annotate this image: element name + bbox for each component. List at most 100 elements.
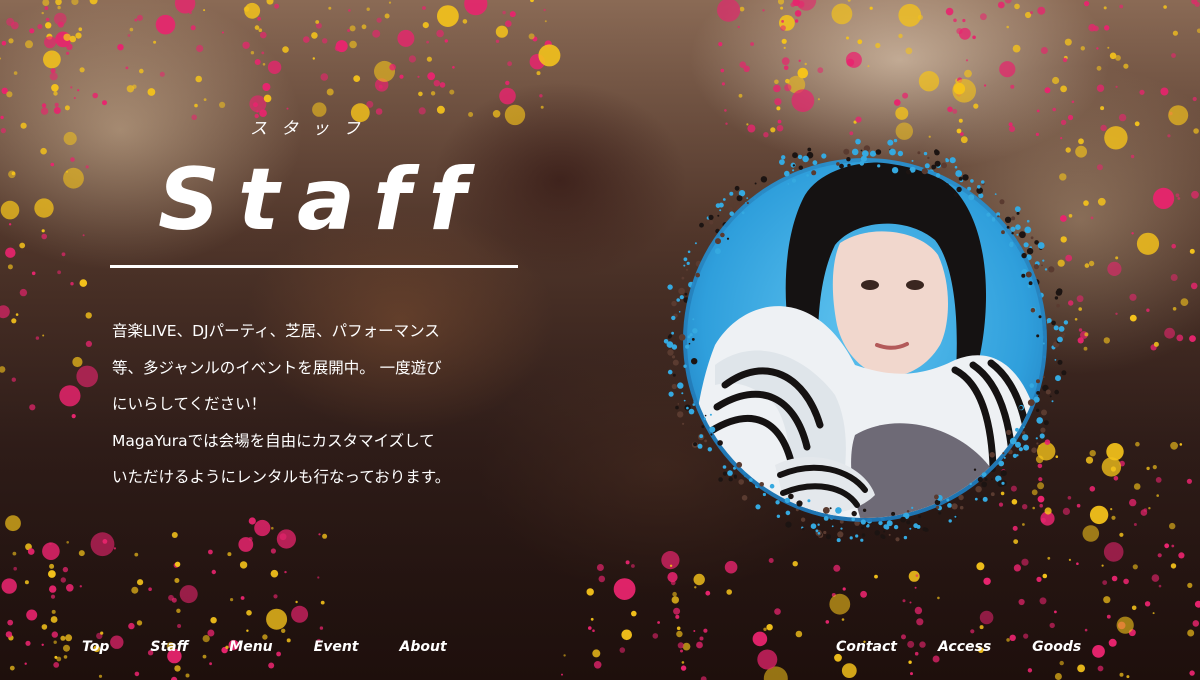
photo-edge-speck (978, 193, 984, 199)
paint-dot (171, 532, 178, 538)
paint-dot (155, 14, 176, 35)
photo-edge-speck (986, 212, 991, 217)
photo-edge-speck (1054, 296, 1059, 300)
paint-dot (894, 99, 901, 106)
paint-dot (148, 587, 152, 591)
photo-edge-speck (760, 176, 768, 183)
paint-dot (57, 5, 61, 10)
paint-dot (774, 98, 782, 106)
photo-edge-speck (678, 287, 685, 295)
paint-dot (1090, 216, 1094, 220)
paint-dot (1076, 295, 1084, 303)
paint-dot (262, 83, 271, 91)
nav-contact[interactable]: Contact (836, 636, 897, 658)
paint-dot (530, 0, 534, 3)
nav-menu[interactable]: Menu (229, 636, 272, 658)
paint-dot (717, 0, 741, 22)
photo-edge-speck (1004, 216, 1012, 223)
photo-edge-speck (926, 528, 929, 532)
paint-dot (70, 282, 74, 286)
photo-edge-speck (1063, 332, 1066, 335)
paint-dot (66, 541, 69, 544)
photo-edge-speck (679, 295, 684, 300)
photo-edge-speck (851, 517, 855, 522)
paint-dot (1170, 274, 1178, 281)
paint-dot (1116, 616, 1134, 634)
paint-dot (242, 41, 250, 49)
paint-dot (792, 561, 798, 567)
photo-edge-speck (981, 472, 987, 477)
paint-dot (89, 0, 98, 5)
photo-edge-speck (1015, 224, 1021, 230)
paint-dot (25, 640, 31, 646)
paint-dot (134, 18, 138, 22)
nav-about[interactable]: About (400, 636, 447, 658)
paint-dot (11, 171, 16, 176)
paint-dot (137, 579, 144, 586)
photo-edge-speck (811, 170, 817, 176)
photo-edge-speck (709, 220, 714, 225)
paint-dot (1084, 263, 1090, 268)
paint-dot (795, 630, 803, 638)
paint-dot (1146, 308, 1150, 312)
paint-dot (8, 38, 14, 44)
paint-dot (693, 573, 705, 586)
photo-edge-speck (862, 508, 867, 512)
paint-dot (1075, 145, 1087, 158)
paint-dot (1113, 476, 1119, 481)
nav-top[interactable]: Top (82, 636, 109, 658)
photo-edge-speck (729, 191, 734, 196)
paint-dot (1084, 1, 1090, 7)
paint-dot (1115, 312, 1118, 315)
photo-edge-speck (1038, 315, 1042, 319)
paint-dot (24, 580, 29, 585)
photo-edge-speck (748, 478, 753, 482)
paint-dot (699, 636, 704, 641)
paint-dot (102, 100, 107, 106)
paint-dot (227, 552, 232, 557)
paint-dot (505, 80, 510, 86)
nav-goods[interactable]: Goods (1032, 636, 1081, 658)
nav-access[interactable]: Access (938, 636, 991, 658)
nav-event[interactable]: Event (314, 636, 359, 658)
photo-edge-speck (923, 151, 928, 156)
paint-dot (770, 127, 776, 133)
photo-edge-speck (883, 530, 886, 533)
paint-dot (598, 575, 606, 583)
photo-edge-speck (875, 149, 882, 155)
paint-dot (1194, 600, 1200, 608)
paint-dot (766, 624, 773, 631)
paint-dot (260, 31, 267, 39)
photo-edge-speck (855, 138, 861, 145)
photo-edge-speck (889, 148, 896, 156)
photo-edge-speck (1042, 259, 1045, 262)
paint-dot (1131, 605, 1137, 611)
photo-edge-speck (823, 530, 827, 535)
paint-dot (947, 106, 953, 113)
paint-dot (72, 356, 83, 368)
photo-edge-speck (1009, 241, 1014, 246)
photo-edge-speck (1051, 320, 1056, 326)
paint-dot (1146, 466, 1150, 471)
photo-edge-speck (1011, 216, 1016, 221)
paint-dot (1096, 84, 1105, 92)
paint-dot (1089, 505, 1109, 525)
paint-dot (190, 25, 196, 31)
photo-edge-speck (759, 482, 764, 487)
paint-dot (1027, 668, 1033, 673)
nav-staff[interactable]: Staff (150, 636, 188, 658)
paint-dot (1131, 232, 1134, 235)
photo-edge-speck (683, 364, 687, 368)
photo-edge-speck (982, 496, 988, 502)
paint-dot (318, 533, 321, 536)
paint-dot (724, 109, 727, 112)
photo-edge-speck (672, 373, 676, 377)
paint-dot (1103, 542, 1124, 562)
paint-dot (1187, 582, 1193, 589)
photo-edge-speck (667, 349, 674, 356)
paint-dot (210, 617, 217, 624)
paint-dot (763, 627, 767, 631)
paint-dot (295, 600, 298, 604)
paint-dot (13, 566, 17, 571)
photo-edge-speck (1006, 429, 1012, 435)
